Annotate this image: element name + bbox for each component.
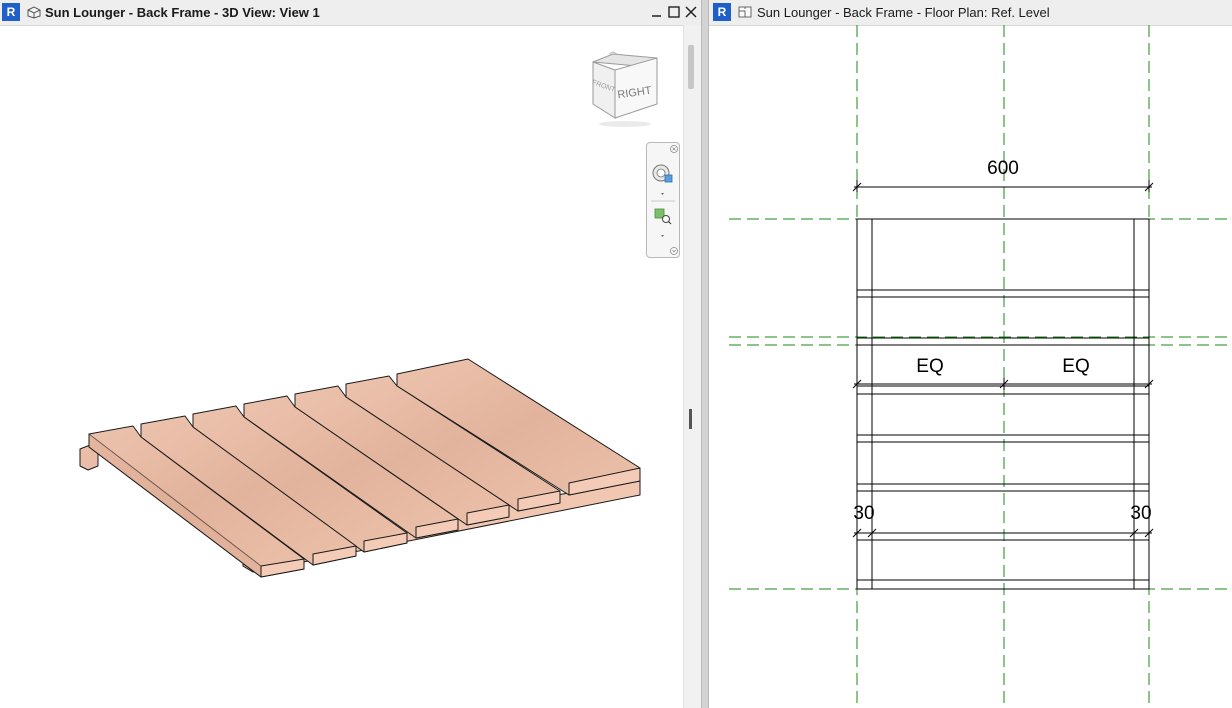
3d-view-window[interactable]: R Sun Lounger - Back Frame - 3D View: Vi…	[0, 0, 701, 708]
3d-view-titlebar[interactable]: R Sun Lounger - Back Frame - 3D View: Vi…	[0, 0, 701, 26]
splitter-grip[interactable]	[689, 409, 692, 429]
equality-dimension[interactable]	[852, 378, 1154, 390]
back-frame-plan[interactable]	[856, 218, 1150, 590]
floor-plan-window[interactable]: R Sun Lounger - Back Frame - Floor Plan:…	[709, 0, 1232, 708]
dimension-label-eq-left[interactable]: EQ	[916, 356, 943, 377]
revit-logo-icon: R	[2, 3, 20, 21]
overall-width-dimension[interactable]	[852, 180, 1154, 192]
revit-logo-icon: R	[713, 3, 731, 21]
scroll-thumb[interactable]	[688, 45, 694, 89]
window-title: Sun Lounger - Back Frame - 3D View: View…	[45, 5, 320, 20]
maximize-button[interactable]	[666, 3, 682, 21]
floor-plan-canvas[interactable]: 600 EQ EQ 30 30	[709, 25, 1232, 708]
dimension-label-30-left[interactable]: 30	[853, 503, 874, 524]
dimension-label-600[interactable]: 600	[987, 158, 1019, 179]
close-button[interactable]	[683, 3, 699, 21]
maximize-icon	[668, 6, 680, 18]
vertical-scrollbar[interactable]	[683, 25, 701, 708]
3d-view-icon	[27, 6, 41, 19]
reference-planes[interactable]	[729, 25, 1232, 708]
floor-plan-titlebar[interactable]: R Sun Lounger - Back Frame - Floor Plan:…	[709, 0, 1232, 26]
window-title: Sun Lounger - Back Frame - Floor Plan: R…	[757, 5, 1050, 20]
sun-lounger-3d-model[interactable]	[0, 25, 684, 708]
minimize-button[interactable]	[649, 3, 665, 21]
floor-plan-icon	[738, 6, 752, 18]
dimension-label-eq-right[interactable]: EQ	[1062, 356, 1089, 377]
pane-divider[interactable]	[701, 0, 709, 708]
minimize-icon	[652, 15, 661, 17]
close-icon	[685, 6, 697, 18]
dimension-label-30-right[interactable]: 30	[1130, 503, 1151, 524]
